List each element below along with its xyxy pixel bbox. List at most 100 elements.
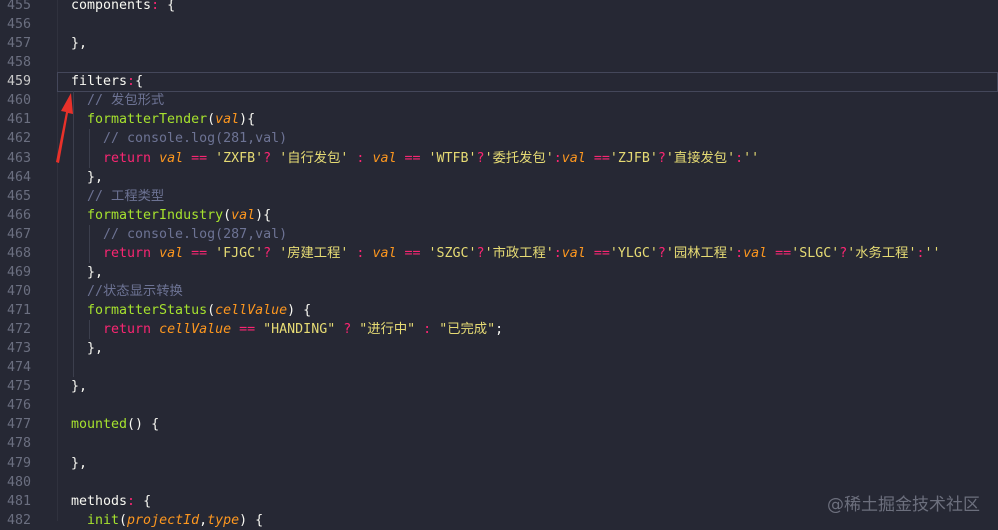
line-number: 466	[6, 207, 31, 223]
code-text: init(projectId,type) {	[87, 511, 263, 530]
code-text: // 工程类型	[87, 187, 164, 206]
code-text: },	[87, 263, 103, 282]
token-param: cellValue	[215, 303, 288, 318]
code-text: //状态显示转换	[87, 282, 183, 301]
code-line[interactable]: 476	[0, 396, 998, 415]
token-str: 'SLGC'	[791, 245, 840, 261]
indent-guide	[73, 339, 74, 359]
code-line[interactable]: 456	[0, 15, 998, 34]
token-op: ==	[396, 245, 429, 261]
line-number: 467	[6, 226, 31, 242]
token-op: ==	[183, 150, 216, 166]
token-plain: (	[223, 207, 232, 223]
token-str: ''	[924, 245, 941, 261]
code-text: mounted() {	[71, 415, 159, 434]
code-line[interactable]: 479},	[0, 454, 998, 473]
token-op: ?	[335, 322, 360, 338]
code-line[interactable]: 478	[0, 434, 998, 453]
code-text: },	[87, 339, 103, 358]
token-plain: (	[207, 112, 216, 128]
token-str: ''	[743, 150, 760, 166]
token-str: 'ZJFB'	[609, 150, 658, 166]
code-text: formatterStatus(cellValue) {	[87, 301, 311, 320]
token-str: 'FJGC'	[215, 245, 264, 261]
line-number: 469	[6, 264, 31, 280]
code-line[interactable]: 465 // 工程类型	[0, 186, 998, 206]
code-line[interactable]: 469},	[0, 262, 998, 282]
token-plain: },	[71, 379, 88, 395]
line-number: 475	[6, 379, 31, 395]
token-plain: {	[135, 74, 144, 90]
token-kw: return	[103, 322, 152, 338]
code-line[interactable]: 470 //状态显示转换	[0, 281, 998, 301]
code-line[interactable]: 463 return val == 'ZXFB'? '自行发包' : val ==…	[0, 148, 998, 168]
code-line[interactable]: 468 return val == 'FJGC'? '房建工程' : val ==…	[0, 243, 998, 263]
code-line[interactable]: 458	[0, 53, 998, 72]
indent-guide	[73, 186, 74, 206]
indent-guide	[89, 243, 90, 263]
token-plain: ) {	[239, 512, 264, 528]
token-fn: mounted	[71, 417, 128, 433]
token-str: "HANDING"	[263, 322, 336, 338]
token-op: ==	[183, 245, 216, 261]
code-text: },	[71, 377, 87, 396]
indent-guide	[73, 205, 74, 225]
code-line[interactable]: 455 components: {	[0, 0, 998, 15]
token-fn: init	[87, 512, 120, 528]
code-line[interactable]: 475},	[0, 377, 998, 396]
code-text: },	[71, 454, 87, 473]
token-op: :	[553, 150, 562, 166]
token-op: ?	[476, 150, 485, 166]
token-kw: return	[103, 245, 152, 261]
code-line[interactable]: 460// 发包形式	[0, 91, 998, 111]
code-line[interactable]: 477 mounted() {	[0, 415, 998, 434]
token-param: cellValue	[159, 322, 232, 338]
token-plain: () {	[127, 417, 160, 433]
code-editor[interactable]: 455 components: {456 457}, 458 459 filters:{4…	[0, 0, 998, 530]
current-line-highlight	[57, 72, 998, 93]
token-str: '自行发包'	[279, 150, 349, 166]
line-number: 480	[6, 474, 31, 490]
code-text: formatterTender(val){	[87, 110, 255, 129]
line-number: 471	[6, 303, 31, 318]
code-text: return val == 'ZXFB'? '自行发包' : val == 'W…	[103, 149, 759, 168]
indent-guide	[73, 262, 74, 282]
token-plain: },	[87, 264, 104, 280]
token-plain: ;	[495, 322, 504, 338]
indent-guide	[73, 320, 74, 340]
code-line[interactable]: 480	[0, 473, 998, 492]
token-param: val	[372, 150, 397, 166]
token-op: ==	[585, 150, 610, 166]
code-line[interactable]: 471 formatterStatus(cellValue) {	[0, 301, 998, 321]
code-line[interactable]: 466 formatterIndustry(val){	[0, 205, 998, 225]
token-param: type	[207, 512, 240, 528]
token-plain: ,	[199, 512, 208, 528]
code-line[interactable]: 472 return cellValue == "HANDING" ? "进行中"…	[0, 320, 998, 340]
token-kw: return	[103, 150, 152, 166]
indent-guide	[73, 358, 74, 378]
token-str: '直接发包'	[665, 150, 736, 166]
token-param: val	[215, 112, 240, 128]
token-op: ?	[263, 245, 272, 261]
code-line[interactable]: 461 formatterTender(val){	[0, 110, 998, 130]
watermark: @稀土掘金技术社区	[827, 495, 980, 515]
token-op: ?	[657, 245, 666, 261]
code-line[interactable]: 462// console.log(281,val)	[0, 129, 998, 149]
code-text: return cellValue == "HANDING" ? "进行中" : …	[103, 320, 503, 339]
token-str: '委托发包'	[484, 150, 554, 166]
token-str: "进行中"	[359, 322, 416, 338]
code-line[interactable]: 467 // console.log(287,val)	[0, 224, 998, 244]
code-line[interactable]: 474	[0, 358, 998, 378]
indent-guide	[73, 243, 74, 263]
token-str: 'WTFB'	[428, 150, 477, 166]
code-line[interactable]: 457},	[0, 34, 998, 53]
code-line[interactable]: 464},	[0, 167, 998, 187]
code-text: methods: {	[71, 492, 151, 511]
token-fn: formatterIndustry	[87, 207, 224, 223]
line-number: 478	[6, 436, 31, 452]
code-line[interactable]: 459 filters:{	[0, 72, 998, 93]
code-line[interactable]: 473},	[0, 339, 998, 359]
